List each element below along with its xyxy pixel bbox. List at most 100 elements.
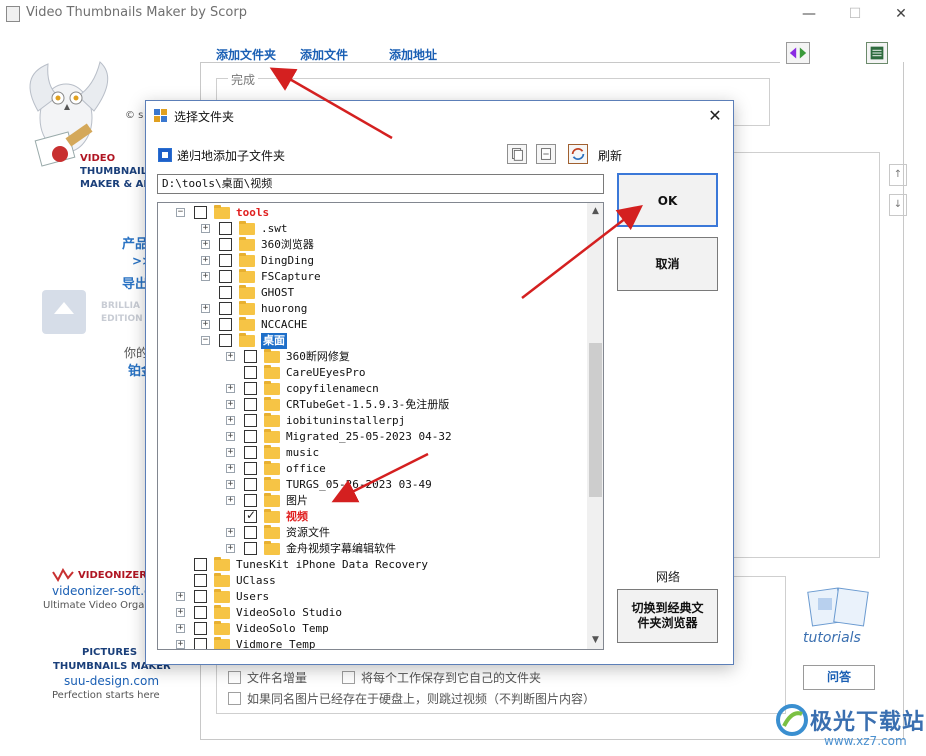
tree-checkbox[interactable] xyxy=(194,574,207,587)
tree-label[interactable]: 360断网修复 xyxy=(286,349,350,365)
tree-checkbox[interactable] xyxy=(244,414,257,427)
tree-label[interactable]: UClass xyxy=(236,573,276,589)
list-view-icon[interactable] xyxy=(866,42,888,64)
expand-icon[interactable]: + xyxy=(226,464,235,473)
tree-label[interactable]: Vidmore Temp xyxy=(236,637,315,649)
skip-existing-checkbox[interactable]: 如果同名图片已经存在于硬盘上，则跳过视频（不判断图片内容） xyxy=(228,690,595,707)
tree-row[interactable]: + TURGS_05-26-2023 03-49 xyxy=(158,477,587,493)
tree-row[interactable]: + huorong xyxy=(158,301,587,317)
tree-label[interactable]: TunesKit iPhone Data Recovery xyxy=(236,557,428,573)
collapse-node-icon[interactable]: − xyxy=(176,208,185,217)
minimize-button[interactable]: — xyxy=(786,0,832,28)
scroll-up-arrow-icon[interactable]: ▲ xyxy=(587,203,603,220)
tree-checkbox[interactable] xyxy=(219,222,232,235)
tree-label[interactable]: FSCapture xyxy=(261,269,321,285)
expand-icon[interactable]: + xyxy=(201,256,210,265)
tree-row[interactable]: + VideoSolo Studio xyxy=(158,605,587,621)
tree-row[interactable]: + CRTubeGet-1.5.9.3-免注册版 xyxy=(158,397,587,413)
tree-checkbox[interactable] xyxy=(194,606,207,619)
tree-label[interactable]: .swt xyxy=(261,221,288,237)
tree-checkbox[interactable] xyxy=(194,638,207,649)
tree-row[interactable]: + .swt xyxy=(158,221,587,237)
tree-row[interactable]: CareUEyesPro xyxy=(158,365,587,381)
tree-row[interactable]: TunesKit iPhone Data Recovery xyxy=(158,557,587,573)
tree-label[interactable]: iobituninstallerpj xyxy=(286,413,405,429)
tree-label[interactable]: office xyxy=(286,461,326,477)
expand-icon[interactable]: + xyxy=(226,480,235,489)
expand-icon[interactable]: + xyxy=(201,320,210,329)
refresh-label[interactable]: 刷新 xyxy=(598,147,622,164)
expand-icon[interactable]: + xyxy=(226,432,235,441)
classic-browser-button[interactable]: 切换到经典文 件夹浏览器 xyxy=(617,589,718,643)
expand-icon[interactable]: + xyxy=(201,272,210,281)
tree-row[interactable]: + FSCapture xyxy=(158,269,587,285)
tree-label[interactable]: copyfilenamecn xyxy=(286,381,379,397)
tree-row[interactable]: − tools xyxy=(158,205,587,221)
tree-row[interactable]: + Vidmore Temp xyxy=(158,637,587,649)
tree-label[interactable]: 金舟视频字幕编辑软件 xyxy=(286,541,396,557)
move-down-button[interactable]: ↓ xyxy=(889,194,907,216)
expand-icon[interactable]: + xyxy=(176,592,185,601)
tree-label[interactable]: 视频 xyxy=(286,509,308,525)
tree-checkbox[interactable] xyxy=(219,286,232,299)
tree-row[interactable]: 视频 xyxy=(158,508,587,525)
tree-row[interactable]: + Users xyxy=(158,589,587,605)
move-up-button[interactable]: ↑ xyxy=(889,164,907,186)
folder-path-field[interactable]: D:\tools\桌面\视频 xyxy=(157,174,604,194)
expand-icon[interactable]: + xyxy=(201,224,210,233)
scroll-down-arrow-icon[interactable]: ▼ xyxy=(587,632,603,649)
qa-button[interactable]: 问答 xyxy=(803,665,875,690)
collapse-icon[interactable] xyxy=(536,144,556,164)
tree-checkbox[interactable] xyxy=(244,508,257,523)
scrollbar-thumb[interactable] xyxy=(589,343,602,497)
tree-checkbox[interactable] xyxy=(219,302,232,315)
tree-label[interactable]: VideoSolo Temp xyxy=(236,621,329,637)
tree-row[interactable]: + copyfilenamecn xyxy=(158,381,587,397)
tree-row[interactable]: + 图片 xyxy=(158,493,587,509)
tree-label[interactable]: music xyxy=(286,445,319,461)
swap-arrows-icon[interactable] xyxy=(786,42,810,64)
tree-label[interactable]: CareUEyesPro xyxy=(286,365,365,381)
tree-checkbox[interactable] xyxy=(244,462,257,475)
expand-icon[interactable]: + xyxy=(226,416,235,425)
tab-add-folder[interactable]: 添加文件夹 xyxy=(216,46,276,63)
tree-checkbox[interactable] xyxy=(219,238,232,251)
refresh-icon[interactable] xyxy=(568,144,588,164)
tree-checkbox[interactable] xyxy=(219,318,232,331)
tree-checkbox[interactable] xyxy=(244,478,257,491)
tree-checkbox[interactable] xyxy=(244,382,257,395)
folder-tree-scrollbar[interactable]: ▲ ▼ xyxy=(587,203,603,649)
tree-row[interactable]: + 资源文件 xyxy=(158,525,587,541)
tree-checkbox[interactable] xyxy=(194,206,207,219)
expand-icon[interactable]: + xyxy=(176,640,185,649)
tree-checkbox[interactable] xyxy=(244,430,257,443)
tree-label[interactable]: 桌面 xyxy=(261,333,287,349)
tree-checkbox[interactable] xyxy=(194,558,207,571)
tree-row[interactable]: − 桌面 xyxy=(158,333,587,349)
tree-checkbox[interactable] xyxy=(244,542,257,555)
tree-row[interactable]: + music xyxy=(158,445,587,461)
tree-row[interactable]: + iobituninstallerpj xyxy=(158,413,587,429)
tree-checkbox[interactable] xyxy=(244,398,257,411)
suu-design-link[interactable]: suu-design.com xyxy=(64,674,159,688)
save-own-folder-checkbox[interactable]: 将每个工作保存到它自己的文件夹 xyxy=(342,669,541,686)
recursive-add-checkbox[interactable]: 递归地添加子文件夹 xyxy=(158,147,285,164)
tree-label[interactable]: VideoSolo Studio xyxy=(236,605,342,621)
tree-checkbox[interactable] xyxy=(244,526,257,539)
tree-row[interactable]: + DingDing xyxy=(158,253,587,269)
tree-checkbox[interactable] xyxy=(244,494,257,507)
tree-checkbox[interactable] xyxy=(244,350,257,363)
expand-icon[interactable]: + xyxy=(226,352,235,361)
tree-row[interactable]: + Migrated_25-05-2023 04-32 xyxy=(158,429,587,445)
tree-row[interactable]: + 金舟视频字幕编辑软件 xyxy=(158,541,587,557)
tree-checkbox[interactable] xyxy=(244,446,257,459)
tree-checkbox[interactable] xyxy=(194,590,207,603)
close-window-button[interactable]: ✕ xyxy=(878,0,924,28)
expand-icon[interactable]: + xyxy=(201,304,210,313)
tree-checkbox[interactable] xyxy=(219,254,232,267)
tree-row[interactable]: +360浏览器 xyxy=(158,237,587,253)
tree-label[interactable]: 资源文件 xyxy=(286,525,330,541)
tree-row[interactable]: + office xyxy=(158,461,587,477)
tree-label[interactable]: 图片 xyxy=(286,493,308,509)
tutorials-label[interactable]: tutorials xyxy=(803,630,861,646)
